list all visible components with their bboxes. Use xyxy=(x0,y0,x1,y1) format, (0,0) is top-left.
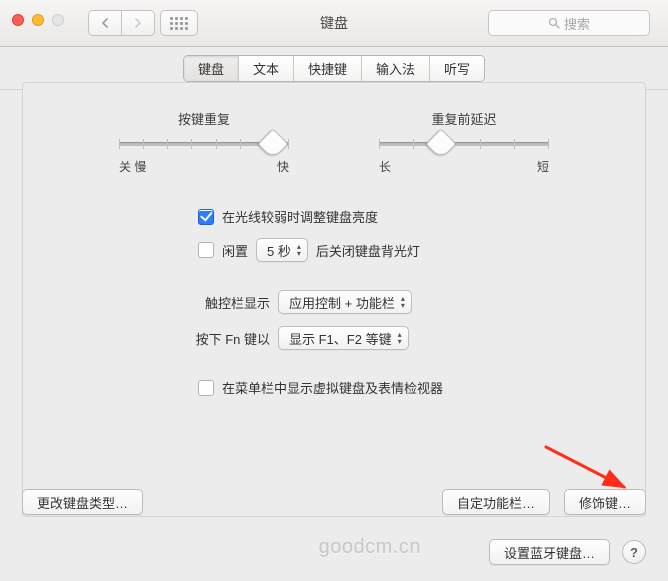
repeat-delay-min-label: 长 xyxy=(379,158,391,175)
titlebar: 键盘 搜索 xyxy=(0,0,668,47)
zoom-icon xyxy=(52,14,64,26)
key-repeat-max-label: 快 xyxy=(277,158,289,175)
key-repeat-min-label: 关 慢 xyxy=(119,158,146,175)
tab-segment: 键盘 文本 快捷键 输入法 听写 xyxy=(183,55,485,82)
nav-back-forward xyxy=(88,10,155,36)
fnkeys-select-value: 显示 F1、F2 等键 xyxy=(289,329,392,348)
repeat-delay-track[interactable] xyxy=(379,142,549,146)
touchbar-select[interactable]: 应用控制 + 功能栏 ▴▾ xyxy=(278,290,412,314)
bottom-button-bar: 更改键盘类型… 自定功能栏… 修饰键… xyxy=(22,489,646,515)
repeat-delay-ticks xyxy=(379,139,549,149)
idle-row: 闲置 5 秒 ▴▾ 后关闭键盘背光灯 xyxy=(198,238,645,262)
watermark-text: goodcm.cn xyxy=(319,536,421,559)
show-viewer-label: 在菜单栏中显示虚拟键盘及表情检视器 xyxy=(222,378,443,397)
chevron-updown-icon: ▴▾ xyxy=(401,296,405,309)
window-controls xyxy=(12,14,64,26)
minimize-icon[interactable] xyxy=(32,14,44,26)
tab-shortcuts[interactable]: 快捷键 xyxy=(294,56,362,81)
tab-keyboard[interactable]: 键盘 xyxy=(184,56,239,81)
close-icon[interactable] xyxy=(12,14,24,26)
key-repeat-slider: 按键重复 关 慢 快 xyxy=(119,109,289,175)
tab-dictation[interactable]: 听写 xyxy=(430,56,484,81)
fnkeys-select[interactable]: 显示 F1、F2 等键 ▴▾ xyxy=(278,326,409,350)
idle-checkbox[interactable] xyxy=(198,242,214,258)
key-repeat-knob[interactable] xyxy=(257,128,288,159)
change-keyboard-type-button[interactable]: 更改键盘类型… xyxy=(22,489,143,515)
chevron-updown-icon: ▴▾ xyxy=(297,244,301,257)
fnkeys-row: 按下 Fn 键以 显示 F1、F2 等键 ▴▾ xyxy=(198,326,645,350)
show-viewer-row: 在菜单栏中显示虚拟键盘及表情检视器 xyxy=(198,378,645,397)
key-repeat-track[interactable] xyxy=(119,142,289,146)
back-button[interactable] xyxy=(88,10,121,36)
idle-select-value: 5 秒 xyxy=(267,241,291,260)
grid-icon xyxy=(170,17,188,30)
fnkeys-label: 按下 Fn 键以 xyxy=(184,329,270,348)
search-icon xyxy=(548,17,560,29)
touchbar-label: 触控栏显示 xyxy=(198,293,270,312)
setup-bluetooth-keyboard-button[interactable]: 设置蓝牙键盘… xyxy=(489,539,610,565)
key-repeat-labels: 关 慢 快 xyxy=(119,158,289,175)
search-placeholder: 搜索 xyxy=(564,14,590,33)
show-all-button[interactable] xyxy=(160,10,198,36)
repeat-delay-max-label: 短 xyxy=(537,158,549,175)
show-viewer-checkbox[interactable] xyxy=(198,380,214,396)
content-panel: 按键重复 关 慢 快 重复前延迟 长 短 xyxy=(22,82,646,517)
idle-label-right: 后关闭键盘背光灯 xyxy=(316,241,420,260)
repeat-delay-title: 重复前延迟 xyxy=(379,109,549,128)
tab-input[interactable]: 输入法 xyxy=(362,56,430,81)
customize-touchbar-button[interactable]: 自定功能栏… xyxy=(442,489,550,515)
dim-backlight-label: 在光线较弱时调整键盘亮度 xyxy=(222,207,378,226)
options-column: 在光线较弱时调整键盘亮度 闲置 5 秒 ▴▾ 后关闭键盘背光灯 触控栏显示 应用… xyxy=(198,207,645,397)
chevron-updown-icon: ▴▾ xyxy=(398,332,402,345)
forward-button[interactable] xyxy=(121,10,155,36)
repeat-delay-knob[interactable] xyxy=(426,128,457,159)
repeat-delay-labels: 长 短 xyxy=(379,158,549,175)
footer-right: 设置蓝牙键盘… ? xyxy=(489,539,646,565)
touchbar-select-value: 应用控制 + 功能栏 xyxy=(289,293,395,312)
idle-select[interactable]: 5 秒 ▴▾ xyxy=(256,238,308,262)
tab-text[interactable]: 文本 xyxy=(239,56,294,81)
sliders-row: 按键重复 关 慢 快 重复前延迟 长 短 xyxy=(23,109,645,175)
modifier-keys-button[interactable]: 修饰键… xyxy=(564,489,646,515)
touchbar-row: 触控栏显示 应用控制 + 功能栏 ▴▾ xyxy=(198,290,645,314)
help-button[interactable]: ? xyxy=(622,540,646,564)
repeat-delay-slider: 重复前延迟 长 短 xyxy=(379,109,549,175)
dim-backlight-row: 在光线较弱时调整键盘亮度 xyxy=(198,207,645,226)
search-input[interactable]: 搜索 xyxy=(488,10,650,36)
dim-backlight-checkbox[interactable] xyxy=(198,209,214,225)
key-repeat-title: 按键重复 xyxy=(119,109,289,128)
idle-label-left: 闲置 xyxy=(222,241,248,260)
